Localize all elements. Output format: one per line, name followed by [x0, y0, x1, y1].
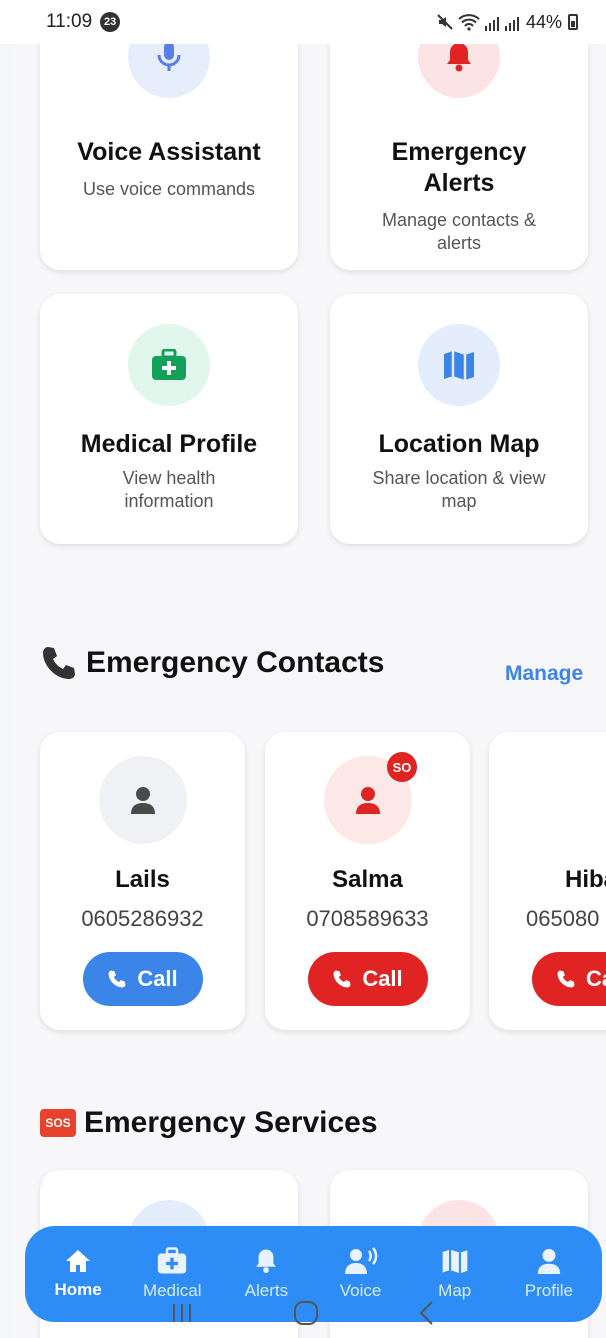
manage-contacts-link[interactable]: Manage — [505, 662, 583, 686]
nav-label: Alerts — [244, 1281, 289, 1300]
battery-percent: 44% — [525, 11, 562, 32]
call-button[interactable]: Call — [82, 952, 203, 1006]
location-map-icon-circle — [418, 324, 500, 406]
map-icon — [444, 351, 474, 380]
medical-kit-icon — [158, 1247, 187, 1274]
phone-icon — [557, 970, 575, 988]
medical-profile-icon-circle — [128, 324, 210, 406]
feature-title: Emergency Alerts — [391, 138, 527, 197]
user-icon — [130, 787, 155, 814]
wifi-icon — [458, 14, 480, 31]
contact-card: Hiba 065080 Ca — [489, 732, 606, 1030]
medical-profile-card[interactable]: Medical Profile View health information — [40, 294, 298, 544]
user-icon — [537, 1248, 561, 1274]
contact-name: Hiba — [565, 866, 606, 893]
user-icon — [355, 787, 380, 814]
nav-label: Home — [54, 1280, 102, 1299]
nav-alerts[interactable]: Alerts — [221, 1247, 311, 1301]
home-screen: Voice Assistant Use voice commands Emerg… — [10, 44, 606, 1338]
map-icon — [442, 1249, 468, 1274]
call-button[interactable]: Ca — [532, 952, 606, 1006]
feature-title: Medical Profile — [80, 430, 258, 458]
cell-signal-icon — [484, 17, 499, 31]
feature-subtitle: View health information — [122, 468, 216, 511]
voice-assistant-icon-circle — [128, 44, 210, 98]
microphone-icon — [157, 44, 181, 71]
emergency-alerts-card[interactable]: Emergency Alerts Manage contacts & alert… — [330, 44, 588, 270]
call-label: Call — [362, 966, 403, 991]
status-bar: 11:09 23 44% — [0, 0, 606, 44]
sos-icon: SOS — [40, 1109, 76, 1137]
phone-icon — [108, 970, 126, 988]
medical-kit-icon — [152, 349, 186, 380]
nav-home[interactable]: Home — [33, 1248, 123, 1300]
home-icon — [66, 1250, 91, 1272]
feature-title: Voice Assistant — [77, 138, 261, 166]
bottom-navigation: Home Medical Alerts Voice Map Profile — [25, 1226, 602, 1322]
cell-signal-icon-2 — [504, 17, 519, 31]
signal-icons — [436, 13, 520, 31]
nav-map[interactable]: Map — [410, 1247, 500, 1301]
clock: 11:09 — [46, 11, 93, 32]
nav-label: Map — [438, 1281, 472, 1300]
location-map-card[interactable]: Location Map Share location & view map — [330, 294, 588, 544]
contact-phone: 0708589633 — [306, 906, 429, 931]
section-title: Emergency Contacts — [86, 646, 385, 679]
voice-user-icon — [344, 1247, 377, 1274]
contact-card: Lails 0605286932 Call — [40, 732, 245, 1030]
contact-phone: 0605286932 — [81, 906, 204, 931]
feature-subtitle: Manage contacts & alerts — [381, 210, 537, 253]
nav-medical[interactable]: Medical — [127, 1247, 217, 1301]
nav-label: Voice — [339, 1281, 382, 1300]
mute-icon — [437, 14, 453, 30]
contact-card: SO Salma 0708589633 Call — [265, 732, 470, 1030]
nav-voice[interactable]: Voice — [316, 1247, 406, 1301]
call-button[interactable]: Call — [307, 952, 428, 1006]
avatar — [98, 756, 187, 844]
feature-subtitle: Share location & view map — [372, 468, 546, 511]
sos-badge: SO — [387, 752, 417, 782]
phone-icon — [333, 970, 351, 988]
contact-name: Lails — [115, 866, 170, 893]
feature-subtitle: Use voice commands — [82, 179, 256, 199]
notification-count-badge: 23 — [100, 12, 121, 32]
contact-phone: 065080 — [526, 906, 600, 931]
bell-icon — [256, 1249, 277, 1273]
emergency-contacts-heading: Emergency Contacts — [40, 644, 384, 682]
bell-icon — [447, 44, 471, 72]
battery-icon — [568, 14, 578, 30]
nav-label: Profile — [524, 1281, 573, 1300]
voice-assistant-card[interactable]: Voice Assistant Use voice commands — [40, 44, 298, 270]
call-label: Call — [137, 966, 178, 991]
nav-profile[interactable]: Profile — [504, 1247, 594, 1301]
contact-name: Salma — [332, 866, 403, 893]
emergency-alerts-icon-circle — [418, 44, 500, 98]
nav-label: Medical — [142, 1281, 202, 1300]
feature-title: Location Map — [378, 430, 540, 458]
call-label: Ca — [586, 966, 606, 991]
phone-icon — [43, 647, 75, 679]
section-title: Emergency Services — [84, 1106, 378, 1139]
emergency-services-heading: SOS Emergency Services — [40, 1106, 378, 1140]
